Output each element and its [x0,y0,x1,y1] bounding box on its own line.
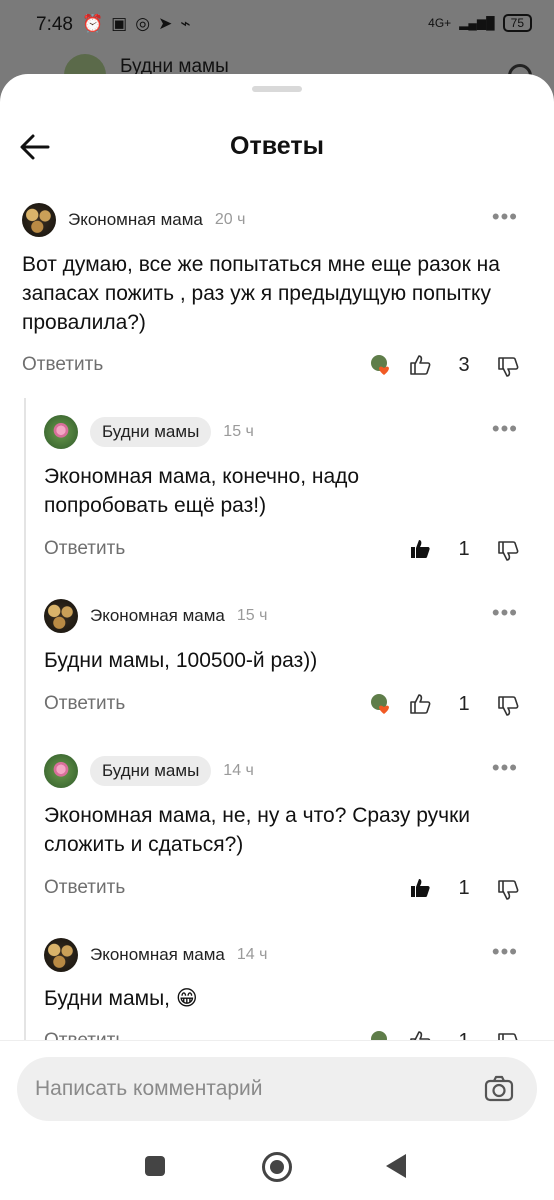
like-filled-icon[interactable] [408,876,432,900]
comment-actions: Ответить [44,534,125,564]
comment-time: 14 ч [236,946,268,963]
comment-header: Экономная мама 20 ч [22,200,245,240]
comment-actions: Ответить [44,689,125,719]
network-label: 4G+ [428,16,452,30]
avatar[interactable] [44,938,78,972]
reaction-heart-icon [371,355,389,375]
like-filled-icon[interactable] [408,537,432,561]
nfc-icon: ▣ [111,14,128,33]
thread-line [24,398,26,1138]
like-count: 1 [458,877,470,899]
comment-actions: Ответить [22,350,103,380]
reply-button[interactable]: Ответить [44,693,125,715]
alarm-icon: ⏰ [82,14,104,33]
comment-input[interactable]: Написать комментарий [17,1057,537,1121]
comment-input-placeholder: Написать комментарий [35,1077,263,1100]
more-options-icon[interactable]: ••• [492,755,518,781]
comment-text: Экономная мама, конечно, надо попробоват… [44,465,360,517]
like-icon[interactable] [408,692,432,716]
reaction-heart-icon [371,694,389,714]
comment-author[interactable]: Экономная мама [90,945,225,965]
dislike-icon[interactable] [496,694,520,718]
telegram-icon: ➤ [158,14,173,33]
battery-icon: 75 [502,14,532,32]
status-bar: 7:48 ⏰ ▣ ◎ ➤ ⌁ 4G+ ▂▄▆█ 75 [0,0,554,50]
like-icon[interactable] [408,353,432,377]
signal-icon: ▂▄▆█ [459,16,495,30]
camera-icon[interactable] [483,1073,515,1105]
dislike-icon[interactable] [496,355,520,379]
dislike-icon[interactable] [496,539,520,563]
whatsapp-icon: ◎ [135,14,151,33]
comment-text: Будни мамы, 100500-й раз)) [44,649,318,672]
like-count: 1 [458,538,470,560]
reply-button[interactable]: Ответить [44,538,125,560]
comment-header: Экономная мама 15 ч [44,596,267,636]
recent-apps-icon[interactable] [145,1156,165,1176]
comment-header: Будни мамы 15 ч [44,412,254,452]
comment-text: Экономная мама, не, ну а что? Сразу ручк… [44,804,471,856]
more-options-icon[interactable]: ••• [492,416,518,442]
avatar[interactable] [44,754,78,788]
system-back-icon[interactable] [386,1154,406,1178]
comment-author[interactable]: Экономная мама [68,210,203,230]
more-options-icon[interactable]: ••• [492,204,518,230]
like-count: 1 [458,693,470,715]
more-options-icon[interactable]: ••• [492,600,518,626]
comment-author[interactable]: Экономная мама [90,606,225,626]
dislike-icon[interactable] [496,878,520,902]
more-options-icon[interactable]: ••• [492,939,518,965]
comment-header: Будни мамы 14 ч [44,751,254,791]
avatar[interactable] [44,599,78,633]
sheet-title: Ответы [230,132,324,160]
comment-time: 15 ч [236,607,268,624]
system-nav-bar [0,1130,554,1200]
comment-header: Экономная мама 14 ч [44,935,267,975]
comment-text: Вот думаю, все же попытаться мне еще раз… [22,253,500,334]
avatar[interactable] [44,415,78,449]
comment-time: 15 ч [223,423,254,440]
status-right: 4G+ ▂▄▆█ 75 [428,14,532,32]
rss-icon: ⌁ [180,14,191,33]
status-notification-icons: ⏰ ▣ ◎ ➤ ⌁ [82,14,191,34]
sheet-grab-handle[interactable] [252,86,302,92]
avatar[interactable] [22,203,56,237]
comment-text: Будни мамы, 😁 [44,987,198,1010]
comment-time: 14 ч [223,762,254,779]
replies-sheet: Ответы Экономная мама 20 ч ••• Вот думаю… [0,74,554,1200]
comment-time: 20 ч [214,211,246,228]
comment-actions: Ответить [44,873,125,903]
like-count: 3 [458,354,470,376]
reply-button[interactable]: Ответить [44,877,125,899]
reply-button[interactable]: Ответить [22,354,103,376]
status-time: 7:48 [36,14,73,35]
home-icon[interactable] [262,1152,292,1182]
comment-author[interactable]: Будни мамы [90,756,212,786]
comment-author[interactable]: Будни мамы [90,417,212,447]
